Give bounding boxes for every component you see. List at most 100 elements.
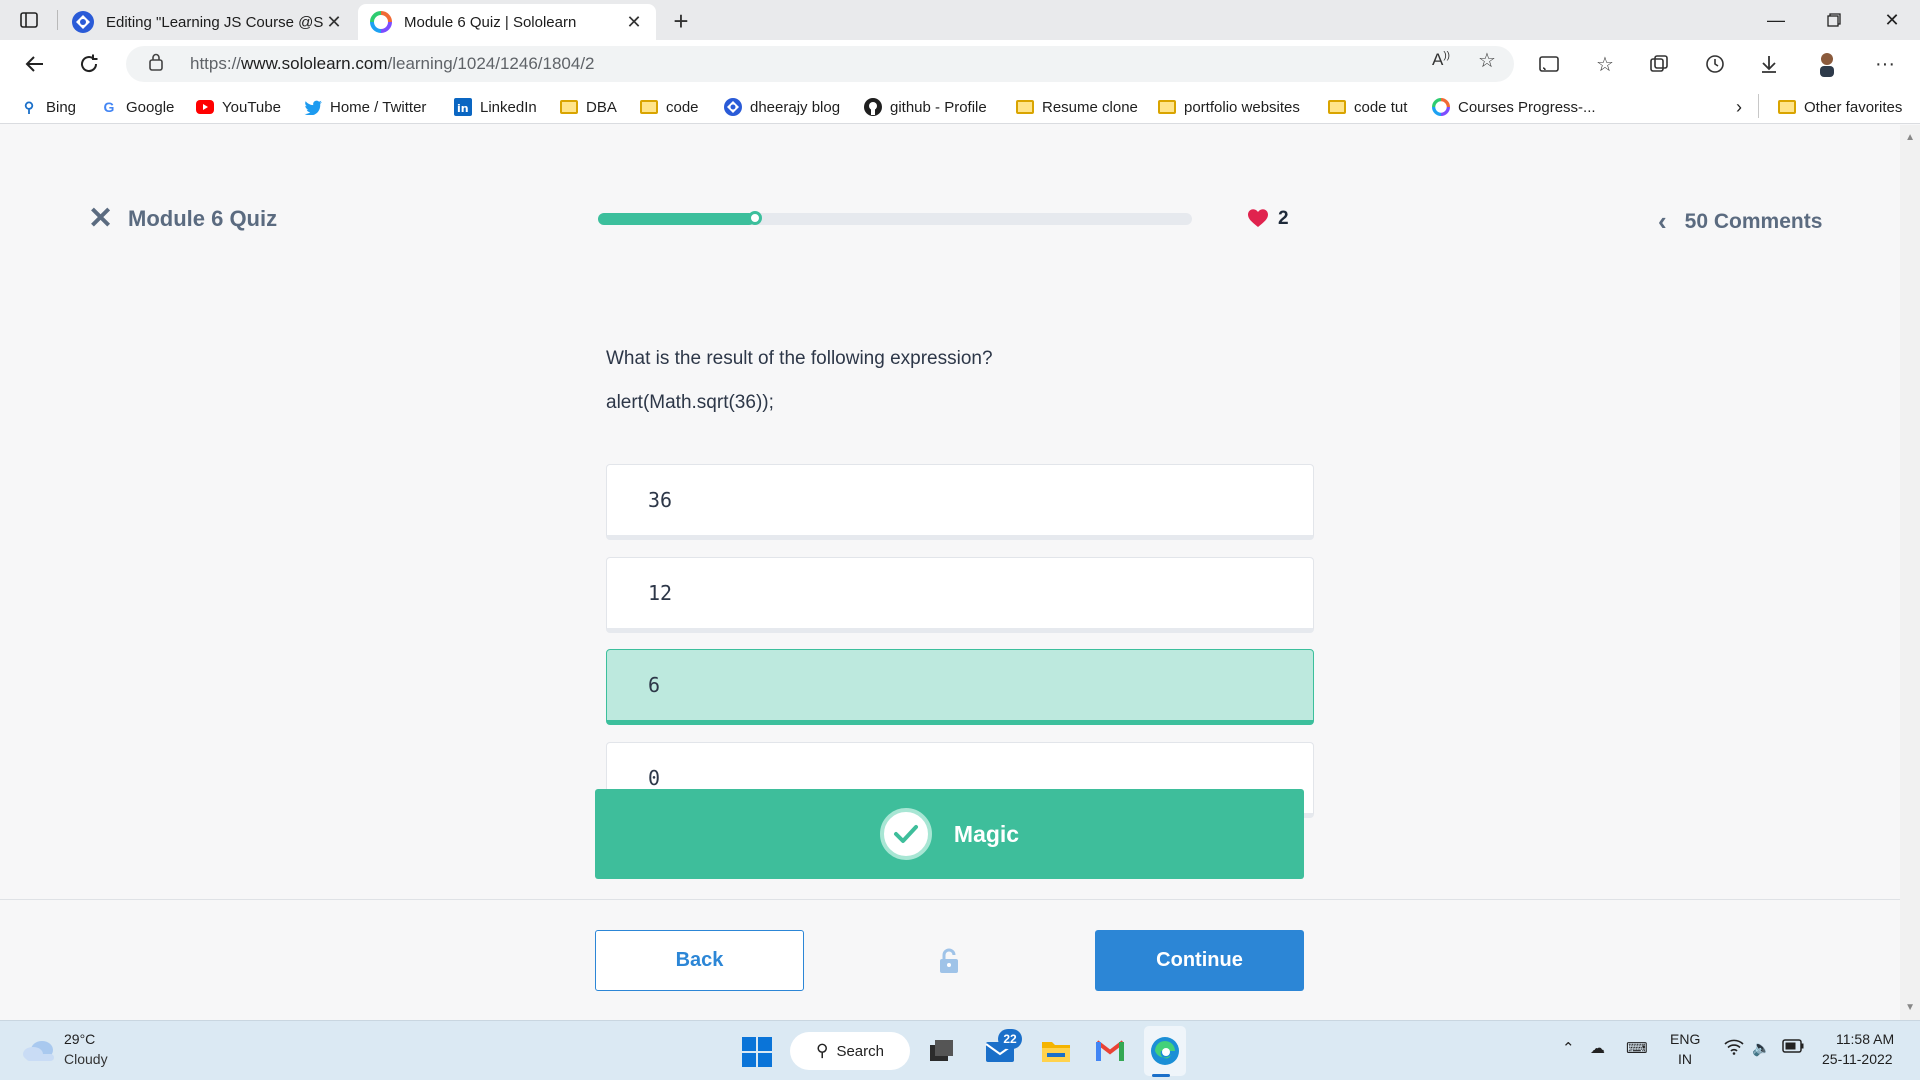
mail-badge: 22	[998, 1029, 1022, 1049]
tab-separator	[57, 10, 58, 30]
twitter-icon	[304, 98, 322, 116]
more-favorites-chevron-icon[interactable]: ›	[1736, 96, 1742, 118]
tab-strip: Editing "Learning JS Course @Sc ✕ Module…	[0, 0, 1920, 40]
favorite-folder-resume[interactable]: Resume clone	[1016, 96, 1138, 118]
tab-quiz[interactable]: Module 6 Quiz | Sololearn ✕	[358, 4, 656, 40]
close-quiz-icon[interactable]: ✕	[88, 204, 113, 234]
tab-title: Editing "Learning JS Course @Sc	[106, 13, 324, 31]
favorite-courses-progress[interactable]: Courses Progress-...	[1432, 96, 1596, 118]
cast-icon[interactable]	[1534, 50, 1564, 78]
continue-button[interactable]: Continue	[1095, 930, 1304, 991]
active-app-indicator	[1152, 1074, 1170, 1077]
taskbar-search-button[interactable]: ⚲ Search	[790, 1032, 910, 1070]
tab-editing[interactable]: Editing "Learning JS Course @Sc ✕	[60, 4, 356, 40]
lock-icon	[148, 53, 168, 76]
result-text: Magic	[953, 820, 1020, 847]
favorites-icon[interactable]: ☆	[1590, 50, 1620, 78]
language-code[interactable]: ENG	[1670, 1031, 1700, 1047]
progress-marker	[748, 211, 762, 225]
url-text: https://www.sololearn.com/learning/1024/…	[190, 54, 595, 73]
refresh-button[interactable]	[72, 48, 106, 80]
onedrive-cloud-icon[interactable]: ☁	[1590, 1039, 1605, 1057]
scroll-up-arrow-icon[interactable]: ▲	[1905, 132, 1915, 143]
svg-text:in: in	[457, 102, 469, 115]
more-menu-icon[interactable]: ···	[1870, 50, 1900, 78]
comments-label: 50 Comments	[1684, 209, 1823, 233]
file-explorer-icon[interactable]	[1040, 1035, 1072, 1067]
page-scrollbar[interactable]	[1900, 125, 1920, 1020]
download-icon[interactable]	[1754, 50, 1784, 78]
windows-start-icon[interactable]	[742, 1037, 772, 1067]
back-nav-button[interactable]	[18, 48, 52, 80]
favorite-google[interactable]: G Google	[100, 96, 175, 118]
favorite-folder-codetut[interactable]: code tut	[1328, 96, 1407, 118]
answer-option-selected[interactable]: 6	[606, 649, 1314, 725]
address-bar-row: https://www.sololearn.com/learning/1024/…	[0, 40, 1920, 88]
url-field[interactable]: https://www.sololearn.com/learning/1024/…	[126, 46, 1514, 82]
edge-browser-icon[interactable]	[1149, 1035, 1181, 1067]
wifi-icon[interactable]	[1724, 1039, 1744, 1059]
search-icon: ⚲	[23, 98, 35, 115]
collections-icon[interactable]	[1644, 50, 1674, 78]
answer-option[interactable]: 36	[606, 464, 1314, 540]
question-code: alert(Math.sqrt(36));	[606, 392, 774, 413]
progress-fill	[598, 213, 755, 225]
linkedin-icon: in	[454, 98, 472, 116]
tab-actions-button[interactable]	[16, 8, 42, 32]
chevron-up-icon[interactable]: ⌃	[1562, 1039, 1575, 1057]
back-button[interactable]: Back	[595, 930, 804, 991]
close-window-button[interactable]: ✕	[1864, 0, 1920, 40]
scroll-down-arrow-icon[interactable]: ▼	[1905, 1002, 1915, 1013]
clock-time[interactable]: 11:58 AM	[1836, 1031, 1894, 1047]
folder-icon	[1778, 98, 1796, 116]
answer-option[interactable]: 12	[606, 557, 1314, 633]
google-icon: G	[103, 99, 115, 115]
add-favorite-icon[interactable]: ☆	[1472, 46, 1502, 74]
favorite-blog[interactable]: dheerajy blog	[724, 96, 840, 118]
check-circle-icon	[879, 808, 932, 860]
language-region[interactable]: IN	[1678, 1051, 1692, 1067]
favorite-github[interactable]: github - Profile	[864, 96, 987, 118]
favorite-linkedin[interactable]: in LinkedIn	[454, 96, 537, 118]
history-icon[interactable]	[1700, 50, 1730, 78]
other-favorites[interactable]: Other favorites	[1778, 96, 1902, 118]
favorite-youtube[interactable]: YouTube	[196, 96, 281, 118]
weather-description: Cloudy	[64, 1051, 108, 1067]
favorite-folder-dba[interactable]: DBA	[560, 96, 617, 118]
cloud-icon[interactable]	[22, 1037, 56, 1063]
windows-taskbar: 29°C Cloudy ⚲ Search 22 ⌃ ☁ ⌨ ENG IN 🔈 1…	[0, 1020, 1920, 1080]
favorite-folder-code[interactable]: code	[640, 96, 699, 118]
folder-icon	[640, 98, 658, 116]
new-tab-button[interactable]: +	[666, 6, 696, 37]
unlock-icon[interactable]	[938, 948, 960, 974]
sololearn-icon	[1432, 98, 1450, 116]
restore-button[interactable]	[1806, 0, 1862, 40]
question-text: What is the result of the following expr…	[606, 348, 993, 369]
comments-link[interactable]: ‹ 50 Comments	[1658, 206, 1822, 237]
keyboard-icon[interactable]: ⌨	[1626, 1039, 1648, 1057]
read-aloud-icon[interactable]: A))	[1426, 46, 1456, 74]
lives-count: 2	[1278, 208, 1289, 229]
close-tab-icon[interactable]: ✕	[324, 12, 344, 33]
sololearn-icon	[370, 11, 392, 33]
task-view-icon[interactable]	[926, 1035, 958, 1067]
favorite-bing[interactable]: ⚲ Bing	[20, 96, 76, 118]
search-icon: ⚲	[816, 1041, 829, 1060]
volume-icon[interactable]: 🔈	[1752, 1039, 1771, 1057]
favorite-twitter[interactable]: Home / Twitter	[304, 96, 426, 118]
folder-icon	[1158, 98, 1176, 116]
refresh-icon	[81, 54, 98, 73]
folder-icon	[1016, 98, 1034, 116]
chevron-left-icon: ‹	[1658, 206, 1667, 236]
footer-divider	[0, 899, 1900, 900]
clock-date[interactable]: 25-11-2022	[1822, 1051, 1893, 1067]
battery-icon[interactable]	[1782, 1039, 1804, 1057]
close-tab-icon[interactable]: ✕	[624, 12, 644, 33]
tab-actions-icon	[20, 12, 38, 28]
gmail-icon[interactable]	[1094, 1035, 1126, 1067]
tab-title: Module 6 Quiz | Sololearn	[404, 13, 577, 31]
favorite-folder-portfolio[interactable]: portfolio websites	[1158, 96, 1300, 118]
github-icon	[864, 98, 882, 116]
minimize-button[interactable]: —	[1748, 0, 1804, 40]
profile-avatar[interactable]	[1812, 50, 1842, 78]
